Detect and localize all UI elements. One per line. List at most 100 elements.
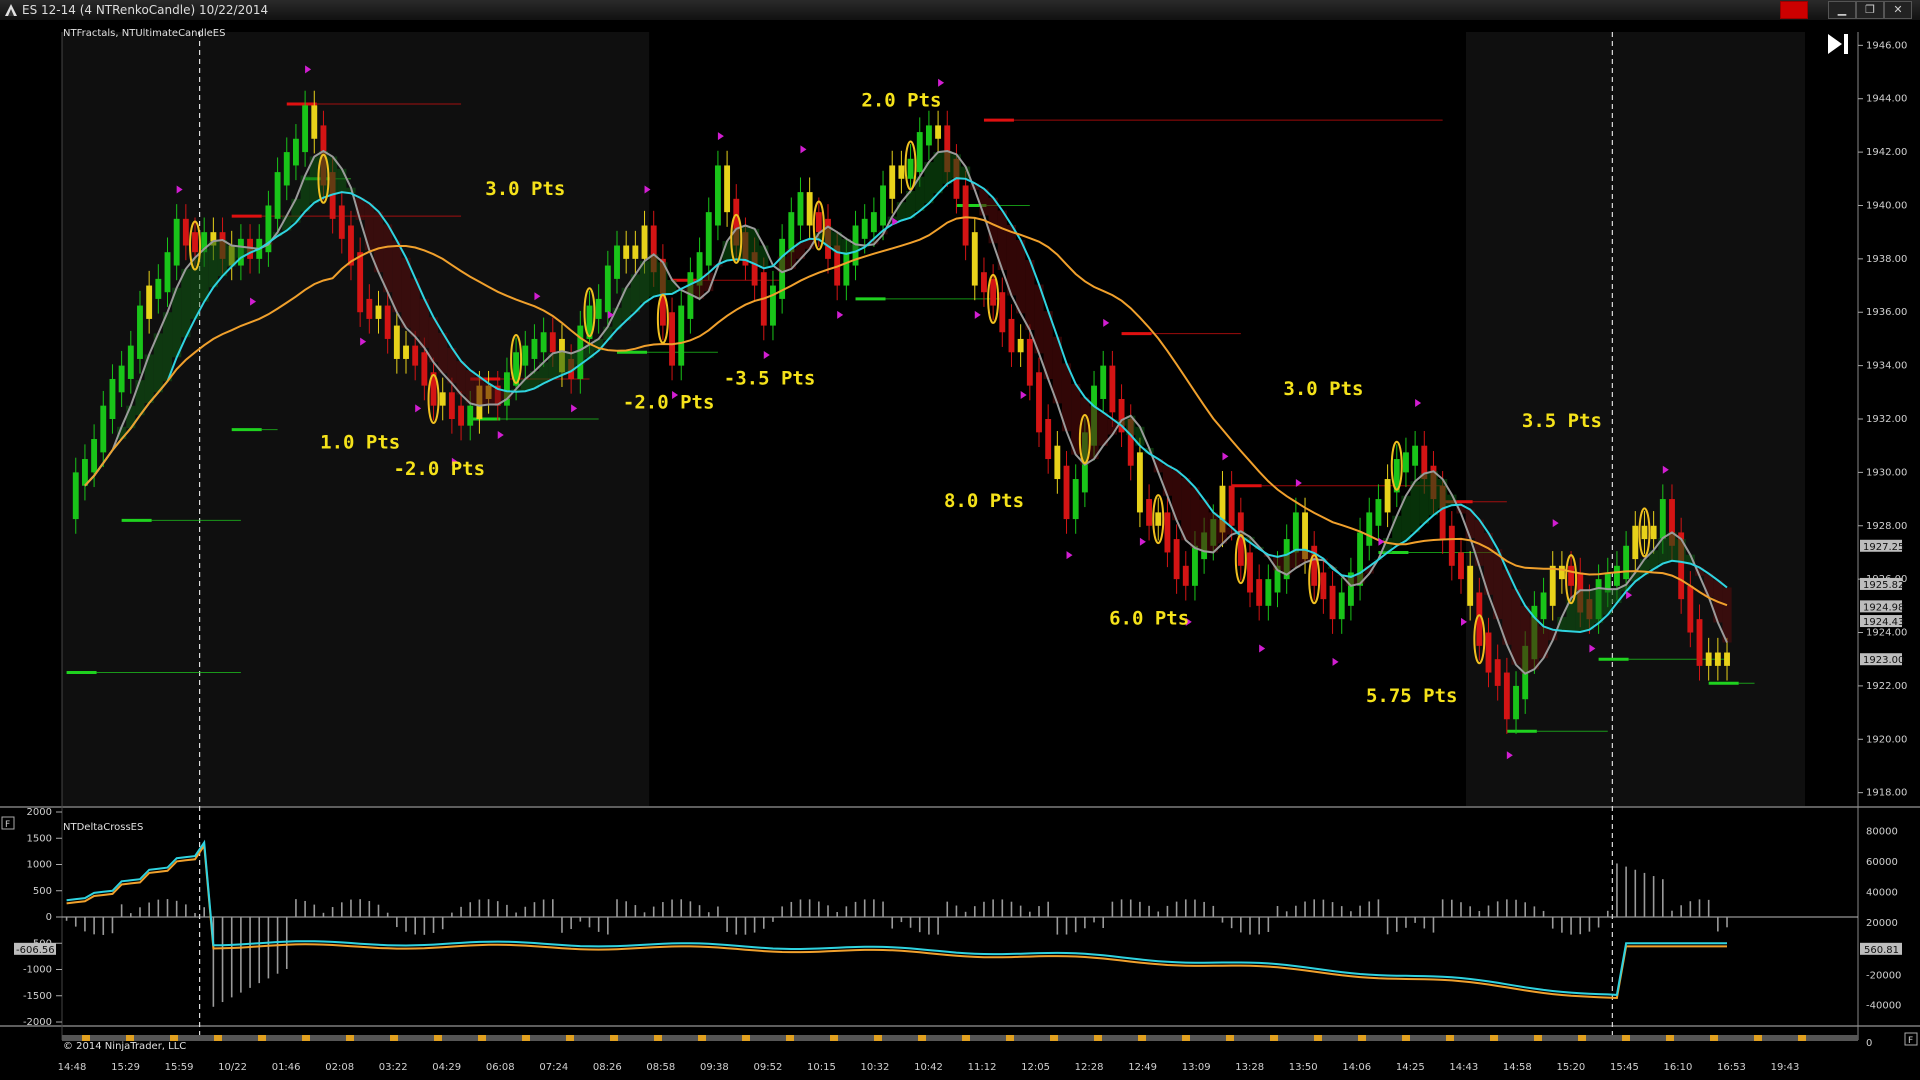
candle-body bbox=[146, 285, 153, 319]
candle-body bbox=[1182, 565, 1189, 586]
time-scrollbar-marker bbox=[1710, 1035, 1718, 1041]
trade-points-label: 1.0 Pts bbox=[320, 431, 400, 453]
time-scrollbar-marker bbox=[1050, 1035, 1058, 1041]
candle-body bbox=[1467, 565, 1474, 606]
candle-body bbox=[1458, 552, 1464, 580]
candle-body bbox=[192, 232, 198, 253]
candle-body bbox=[164, 252, 171, 293]
candle-body bbox=[366, 298, 373, 319]
delta-tick-label: 1500 bbox=[27, 833, 52, 844]
time-tick-label: 12:49 bbox=[1128, 1062, 1157, 1073]
time-tick-label: 06:08 bbox=[486, 1062, 515, 1073]
candle-body bbox=[1155, 512, 1162, 526]
trade-points-label: -2.0 Pts bbox=[394, 458, 486, 480]
time-scrollbar-marker bbox=[1754, 1035, 1762, 1041]
trade-points-label: 2.0 Pts bbox=[861, 90, 941, 112]
candle-body bbox=[1650, 525, 1657, 540]
alert-button[interactable] bbox=[1780, 1, 1808, 19]
candle-body bbox=[843, 252, 850, 286]
candle-body bbox=[412, 345, 419, 366]
restore-button[interactable]: ❐ bbox=[1856, 1, 1884, 19]
price-tick-label: 1934.00 bbox=[1866, 361, 1907, 372]
time-tick-label: 19:43 bbox=[1771, 1062, 1800, 1073]
candle-body bbox=[898, 165, 905, 179]
candle-body bbox=[302, 105, 309, 153]
candle-body bbox=[1623, 545, 1630, 580]
price-tick-label: 1928.00 bbox=[1866, 521, 1907, 532]
candle-body bbox=[614, 245, 620, 279]
time-tick-label: 13:09 bbox=[1182, 1062, 1211, 1073]
candle-body bbox=[439, 392, 446, 406]
delta-tick-label: 2000 bbox=[27, 807, 52, 818]
candle-body bbox=[1320, 572, 1327, 600]
window-title: ES 12-14 (4 NTRenkoCandle) 10/22/2014 bbox=[22, 3, 269, 17]
candle-body bbox=[770, 285, 776, 326]
time-scrollbar-marker bbox=[1622, 1035, 1630, 1041]
candle-body bbox=[155, 278, 162, 299]
candle-body bbox=[100, 405, 107, 453]
candle-body bbox=[118, 365, 125, 393]
price-tick-label: 1922.00 bbox=[1866, 681, 1907, 692]
sub-panel-label: NTDeltaCrossES bbox=[63, 822, 143, 833]
time-tick-label: 14:58 bbox=[1503, 1062, 1532, 1073]
candle-body bbox=[1109, 365, 1116, 413]
delta-tick-label: -1500 bbox=[23, 991, 52, 1002]
candle-body bbox=[91, 439, 98, 473]
price-chart[interactable]: 1.0 Pts -2.0 Pts 3.0 Pts -2.0 Pts -3.5 Pts 2.… bbox=[0, 20, 1920, 1080]
candle-body bbox=[448, 392, 455, 419]
candle-body bbox=[1568, 565, 1575, 586]
candle-body bbox=[1540, 592, 1547, 620]
time-scrollbar-marker bbox=[830, 1035, 838, 1041]
svg-text:F: F bbox=[5, 820, 10, 830]
price-tick-label: 1924.00 bbox=[1866, 628, 1907, 639]
time-scrollbar-marker bbox=[654, 1035, 662, 1041]
minimize-button[interactable]: ▁ bbox=[1828, 1, 1856, 19]
candle-body bbox=[669, 312, 675, 366]
time-scrollbar-marker bbox=[302, 1035, 310, 1041]
candle-body bbox=[632, 245, 639, 259]
time-tick-label: 12:05 bbox=[1021, 1062, 1050, 1073]
time-tick-label: 12:28 bbox=[1075, 1062, 1104, 1073]
candle-body bbox=[1192, 545, 1198, 586]
time-scrollbar-marker bbox=[918, 1035, 926, 1041]
candle-body bbox=[1448, 525, 1455, 566]
candle-body bbox=[962, 185, 969, 246]
time-tick-label: 14:06 bbox=[1342, 1062, 1371, 1073]
candle-body bbox=[1714, 652, 1721, 666]
trade-points-label: -2.0 Pts bbox=[623, 391, 715, 413]
candle-body bbox=[173, 218, 180, 266]
time-scrollbar-marker bbox=[1138, 1035, 1146, 1041]
candle-body bbox=[1072, 479, 1079, 520]
candle-body bbox=[1247, 552, 1253, 593]
candle-body bbox=[458, 405, 464, 426]
time-scrollbar bbox=[62, 1035, 1858, 1041]
candle-body bbox=[311, 105, 318, 139]
time-scrollbar-marker bbox=[962, 1035, 970, 1041]
candle-body bbox=[604, 265, 611, 313]
candle-body bbox=[540, 332, 547, 353]
time-scrollbar-marker bbox=[1270, 1035, 1278, 1041]
candle-body bbox=[1292, 512, 1299, 553]
candle-body bbox=[375, 305, 382, 319]
candle-body bbox=[999, 292, 1006, 333]
time-tick-label: 14:48 bbox=[58, 1062, 87, 1073]
price-axis[interactable]: 1946.00 1944.00 1942.00 1940.00 1938.00 1936.… bbox=[1858, 40, 1907, 799]
time-tick-label: 09:52 bbox=[753, 1062, 782, 1073]
candle-body bbox=[1549, 565, 1556, 606]
candle-body bbox=[549, 332, 556, 353]
candle-body bbox=[1329, 585, 1336, 620]
delta-value-tag-label: -606.56 bbox=[16, 945, 55, 956]
time-scrollbar-marker bbox=[786, 1035, 794, 1041]
trade-points-label: -3.5 Pts bbox=[724, 367, 816, 389]
time-tick-label: 15:45 bbox=[1610, 1062, 1639, 1073]
time-scrollbar-marker bbox=[1446, 1035, 1454, 1041]
time-tick-label: 15:29 bbox=[111, 1062, 140, 1073]
close-button[interactable]: ✕ bbox=[1884, 1, 1912, 19]
volume-tick-label: 60000 bbox=[1866, 857, 1898, 868]
candle-body bbox=[1513, 685, 1519, 720]
candle-body bbox=[1146, 499, 1153, 526]
volume-tick-label: 40000 bbox=[1866, 887, 1898, 898]
candle-body bbox=[889, 165, 896, 199]
volume-tick-label: 0 bbox=[1866, 1038, 1872, 1049]
time-scrollbar-marker bbox=[346, 1035, 354, 1041]
